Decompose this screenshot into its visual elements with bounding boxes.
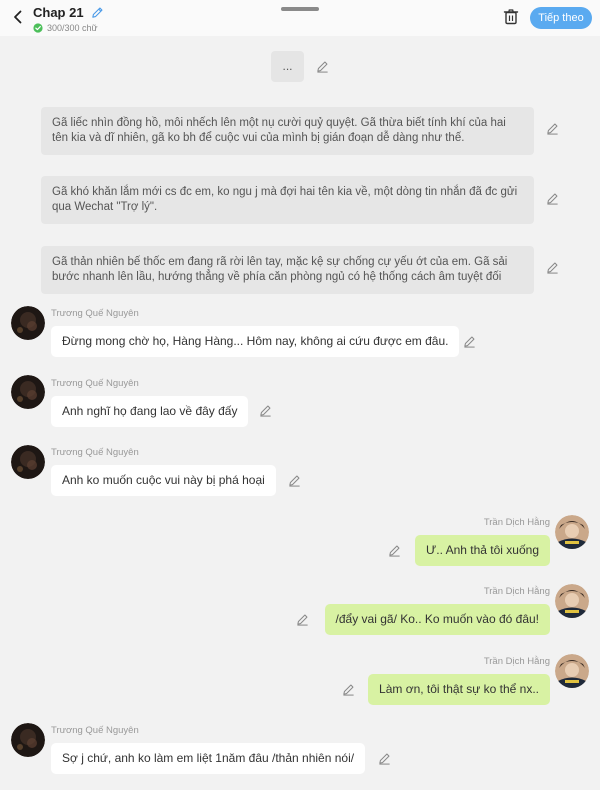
chapter-title: Chap 21	[33, 5, 84, 21]
message-bubble: Anh nghĩ họ đang lao về đây đấy	[51, 396, 249, 427]
avatar[interactable]	[11, 723, 45, 757]
pencil-icon[interactable]	[378, 752, 391, 765]
drag-handle[interactable]	[281, 7, 319, 11]
top-bar: Chap 21 300/300 chữ Tiếp theo	[0, 0, 600, 36]
avatar[interactable]	[555, 584, 589, 618]
narration-block: Gã thản nhiên bế thốc em đang rã rời lên…	[41, 246, 534, 294]
pencil-icon[interactable]	[342, 683, 355, 696]
avatar[interactable]	[555, 654, 589, 688]
message-bubble: /đẩy vai gã/ Ko.. Ko muốn vào đó đâu!	[324, 604, 550, 635]
sender-name: Trần Dịch Hằng	[483, 517, 550, 528]
pencil-icon[interactable]	[546, 122, 559, 135]
char-count-row: 300/300 chữ	[33, 23, 104, 33]
sender-name: Trương Quế Nguyên	[51, 447, 139, 458]
pencil-icon[interactable]	[259, 404, 272, 417]
trash-icon[interactable]	[503, 8, 519, 25]
avatar[interactable]	[11, 445, 45, 479]
sender-name: Trần Dịch Hằng	[483, 586, 550, 597]
pencil-icon[interactable]	[546, 192, 559, 205]
pencil-icon[interactable]	[91, 6, 104, 19]
message-bubble: Làm ơn, tôi thật sự ko thể nx..	[368, 674, 550, 705]
pencil-icon[interactable]	[546, 261, 559, 274]
pencil-icon[interactable]	[296, 613, 309, 626]
pencil-icon[interactable]	[463, 335, 476, 348]
pencil-icon[interactable]	[388, 544, 401, 557]
next-button[interactable]: Tiếp theo	[530, 7, 592, 29]
title-block: Chap 21 300/300 chữ	[33, 4, 104, 33]
message-bubble: Ư.. Anh thả tôi xuống	[415, 535, 550, 566]
avatar[interactable]	[11, 375, 45, 409]
check-icon	[33, 23, 43, 33]
narration-block: Gã khó khăn lắm mới cs đc em, ko ngu j m…	[41, 176, 534, 224]
message-bubble: Sợ j chứ, anh ko làm em liệt 1năm đâu /t…	[51, 743, 366, 774]
avatar[interactable]	[11, 306, 45, 340]
sender-name: Trương Quế Nguyên	[51, 378, 139, 389]
narration-block: Gã liếc nhìn đồng hồ, môi nhếch lên một …	[41, 107, 534, 155]
sender-name: Trần Dịch Hằng	[483, 656, 550, 667]
avatar[interactable]	[555, 515, 589, 549]
message-bubble: Đừng mong chờ họ, Hàng Hàng... Hôm nay, …	[51, 326, 460, 357]
back-icon[interactable]	[10, 9, 26, 25]
ellipsis-block[interactable]: ...	[271, 51, 304, 82]
message-bubble: Anh ko muốn cuộc vui này bị phá hoại	[51, 465, 276, 496]
pencil-icon[interactable]	[288, 474, 301, 487]
sender-name: Trương Quế Nguyên	[51, 308, 139, 319]
char-count: 300/300 chữ	[47, 23, 98, 33]
sender-name: Trương Quế Nguyên	[51, 725, 139, 736]
pencil-icon[interactable]	[316, 60, 329, 73]
